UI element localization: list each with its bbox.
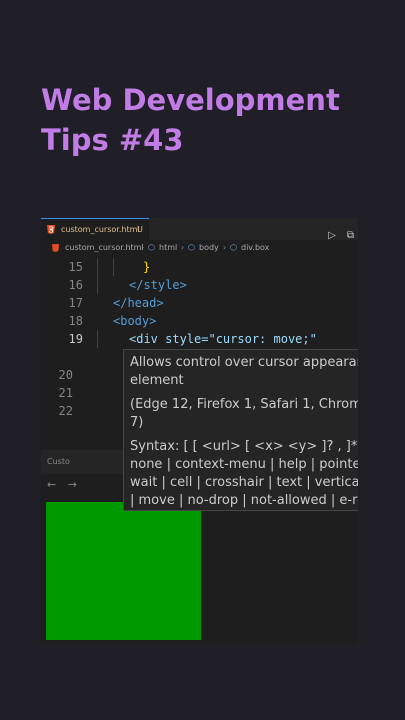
- tooltip-description: Allows control over cursor appearance in…: [130, 355, 358, 370]
- headline-line-2: Tips #43: [41, 123, 184, 157]
- line-number: 19: [68, 332, 83, 346]
- breadcrumb-html[interactable]: html: [159, 240, 177, 256]
- chevron-right-icon: ›: [223, 243, 227, 252]
- tooltip-compat: (Edge 12, Firefox 1, Safari 1, Chrome 1,…: [130, 397, 358, 412]
- html5-icon: [52, 244, 59, 252]
- tab-modified-badge: U: [137, 225, 143, 234]
- line-text: <div style="cursor: move;": [129, 332, 317, 346]
- hover-tooltip: Allows control over cursor appearance in…: [123, 349, 358, 511]
- line-number: 17: [68, 296, 83, 310]
- line-number: 22: [58, 404, 73, 418]
- element-icon: ⬡: [148, 243, 155, 252]
- chevron-right-icon: ›: [141, 243, 145, 252]
- line-text: </head>: [113, 296, 164, 310]
- tooltip-description-cont: element: [130, 373, 184, 388]
- tooltip-syntax-cont: none | context-menu | help | pointer | p…: [130, 457, 358, 472]
- tab-custom-cursor[interactable]: custom_cursor.html U: [41, 218, 149, 241]
- tab-filename: custom_cursor.html: [61, 225, 140, 234]
- breadcrumb-div-box[interactable]: div.box: [241, 240, 269, 256]
- headline: Web Development Tips #43: [41, 80, 340, 160]
- forward-arrow-icon[interactable]: →: [68, 478, 77, 491]
- code-line: 18 <body>: [41, 312, 358, 330]
- code-line-active: 19 <div style="cursor: move;": [41, 330, 358, 348]
- preview-box[interactable]: [46, 502, 201, 640]
- code-editor: custom_cursor.html U ▷ ⧉ custom_cursor.h…: [41, 218, 358, 645]
- line-number: 15: [68, 260, 83, 274]
- line-text: </style>: [129, 278, 187, 292]
- code-line: 17 </head>: [41, 294, 358, 312]
- preview-nav: ← →: [47, 478, 77, 491]
- tooltip-syntax: Syntax: [ [ <url> [ <x> <y> ]? , ]* [ au…: [130, 439, 358, 454]
- back-arrow-icon[interactable]: ←: [47, 478, 56, 491]
- tooltip-syntax-cont: wait | cell | crosshair | text | vertica…: [130, 475, 358, 490]
- editor-tab-bar: custom_cursor.html U ▷ ⧉: [41, 218, 358, 241]
- element-icon: ⬡: [230, 243, 237, 252]
- breadcrumb-body[interactable]: body: [199, 240, 219, 256]
- tab-actions: ▷ ⧉: [322, 223, 354, 241]
- chevron-right-icon: ›: [181, 243, 185, 252]
- code-line: 15 }: [41, 258, 358, 276]
- breadcrumb: custom_cursor.html › ⬡ html › ⬡ body › ⬡…: [41, 240, 358, 256]
- preview-tab[interactable]: Custo: [47, 450, 70, 474]
- code-line: 16 </style>: [41, 276, 358, 294]
- tooltip-compat-cont: 7): [130, 415, 144, 430]
- line-text: <body>: [113, 314, 157, 328]
- line-number: 18: [68, 314, 83, 328]
- line-number: 21: [58, 386, 73, 400]
- line-text: }: [143, 260, 151, 274]
- breadcrumb-file[interactable]: custom_cursor.html: [65, 240, 144, 256]
- line-number: 16: [68, 278, 83, 292]
- line-number: 20: [58, 368, 73, 382]
- headline-line-1: Web Development: [41, 83, 340, 117]
- element-icon: ⬡: [188, 243, 195, 252]
- html5-icon: [47, 225, 55, 234]
- tooltip-syntax-cont: | move | no-drop | not-allowed | e-resiz…: [130, 493, 358, 508]
